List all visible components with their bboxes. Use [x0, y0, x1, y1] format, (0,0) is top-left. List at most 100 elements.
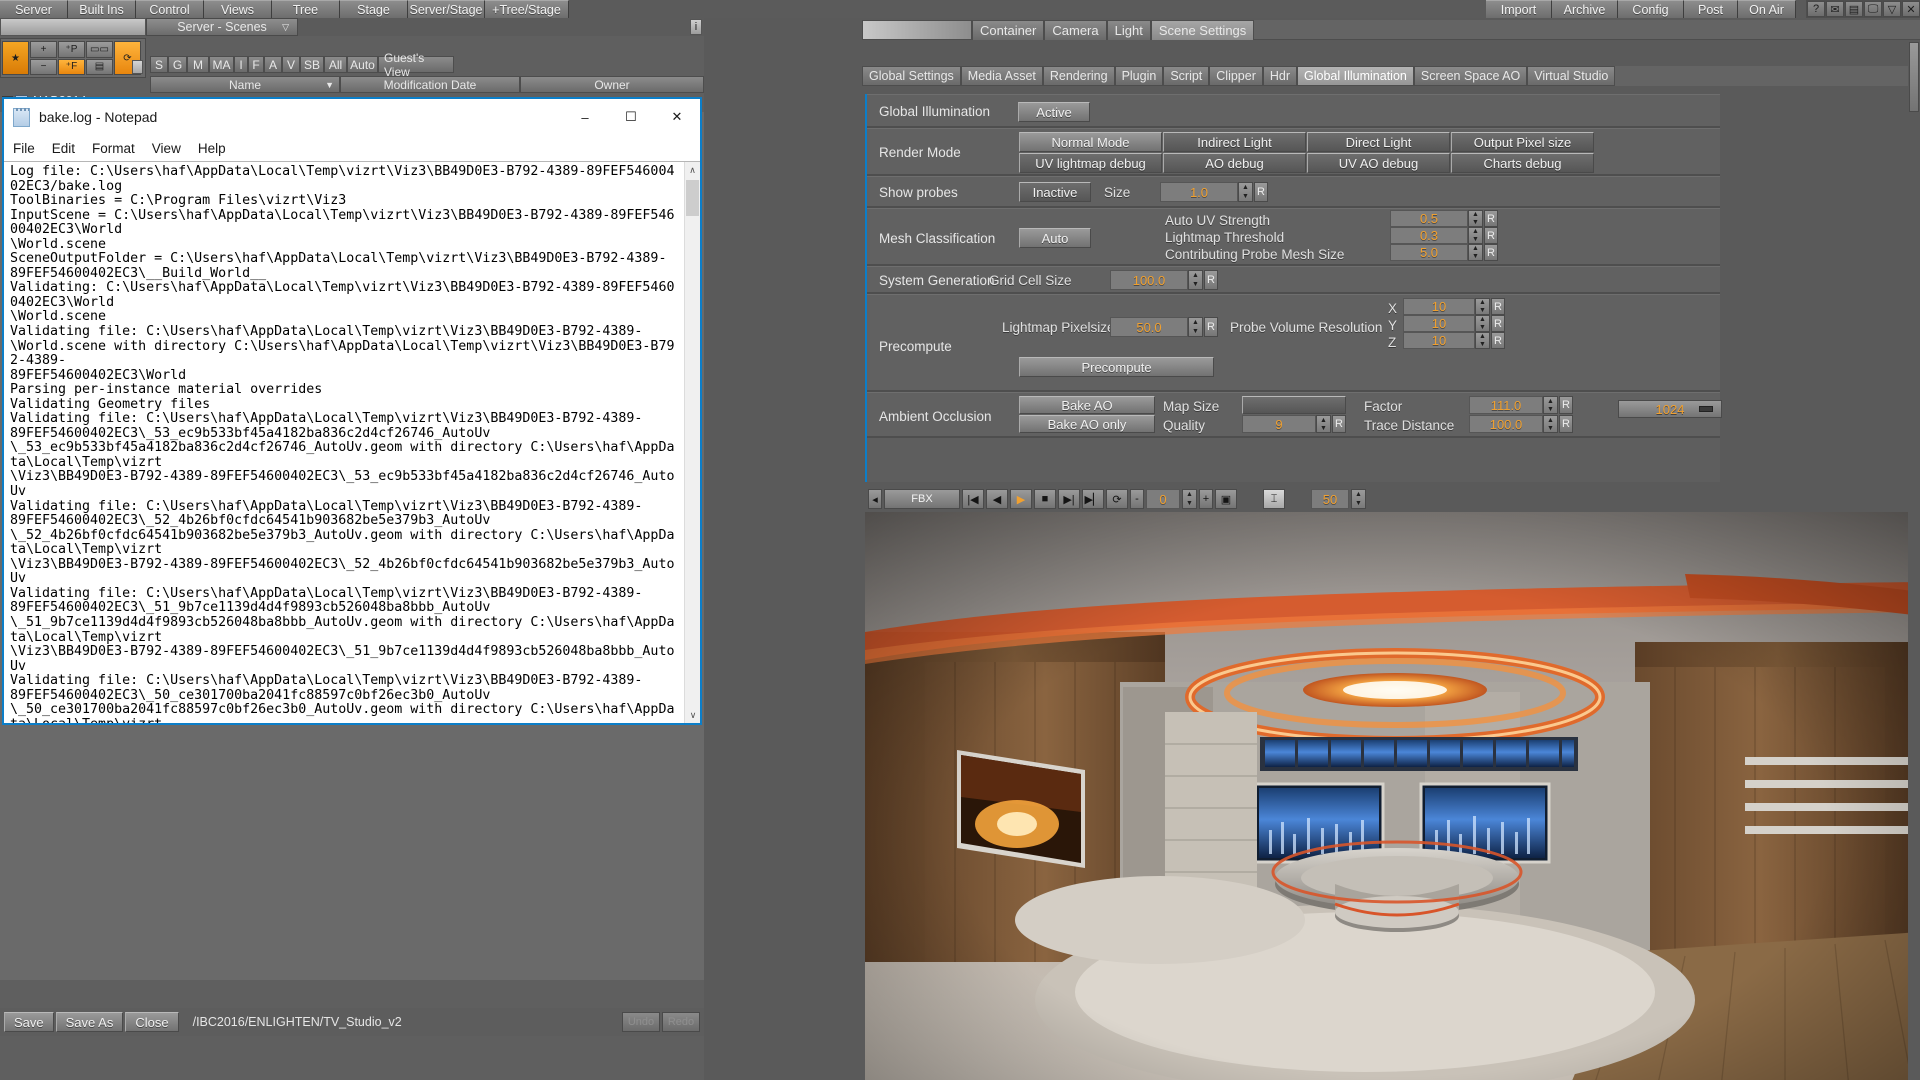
menu-item-post[interactable]: Post — [1684, 0, 1738, 18]
favorite-icon[interactable]: ★ — [2, 41, 29, 75]
probe-size-value[interactable]: 1.0 — [1160, 182, 1238, 202]
quality-value[interactable]: 9 — [1242, 415, 1316, 433]
3d-viewport[interactable] — [865, 512, 1920, 1080]
filter-v[interactable]: V — [282, 56, 300, 73]
mesh-classification-mode[interactable]: Auto — [1019, 228, 1091, 248]
probe-axis-y-value[interactable]: 10 — [1403, 315, 1475, 332]
probe-axis-z-reset[interactable]: R — [1491, 332, 1505, 349]
show-probes-toggle[interactable]: Inactive — [1019, 182, 1091, 202]
frame-spinner[interactable]: ▲ ▼ — [1182, 489, 1197, 509]
filter-a[interactable]: A — [264, 56, 282, 73]
quality-spinner[interactable]: ▲ ▼ — [1316, 415, 1331, 433]
tab-hdr[interactable]: Hdr — [1262, 66, 1298, 86]
menu-help[interactable]: Help — [198, 141, 226, 156]
tab-light[interactable]: Light — [1106, 20, 1151, 40]
trace-distance-spinner[interactable]: ▲ ▼ — [1543, 415, 1558, 433]
help-icon[interactable]: ? — [1807, 1, 1825, 17]
filter-m[interactable]: M — [187, 56, 209, 73]
menu-item-views[interactable]: Views — [204, 0, 272, 18]
factor-spinner[interactable]: ▲ ▼ — [1543, 396, 1558, 414]
trace-distance-value[interactable]: 100.0 — [1469, 415, 1543, 433]
cursor-icon[interactable]: ⌶ — [1263, 489, 1285, 509]
menu-item-on-air[interactable]: On Air — [1738, 0, 1796, 18]
render-mode-direct-light[interactable]: Direct Light — [1307, 132, 1450, 152]
factor-value[interactable]: 111.0 — [1469, 396, 1543, 414]
grid-cell-size-reset[interactable]: R — [1204, 270, 1218, 290]
keyframe-icon[interactable]: ▣ — [1215, 489, 1237, 509]
menu-item-built-ins[interactable]: Built Ins — [68, 0, 136, 18]
play-icon[interactable]: ▶ — [1010, 489, 1032, 509]
step-back-icon[interactable]: ◀ — [986, 489, 1008, 509]
lightmap-threshold-value[interactable]: 0.3 — [1390, 227, 1468, 244]
remove-icon[interactable]: − — [30, 58, 57, 75]
format-label[interactable]: FBX — [884, 489, 960, 509]
filter-all[interactable]: All — [324, 56, 347, 73]
filter-s[interactable]: S — [150, 56, 168, 73]
close-icon[interactable]: ✕ — [1902, 1, 1920, 17]
undo-button[interactable]: Undo — [622, 1012, 660, 1032]
factor-reset[interactable]: R — [1559, 396, 1573, 414]
menu-format[interactable]: Format — [92, 141, 135, 156]
save-button[interactable]: Save — [4, 1012, 54, 1032]
quality-reset[interactable]: R — [1332, 415, 1346, 433]
minimize-button[interactable]: – — [562, 101, 608, 133]
tab-virtual-studio[interactable]: Virtual Studio — [1527, 66, 1616, 86]
frame-value[interactable]: 0 — [1146, 489, 1180, 509]
trace-distance-reset[interactable]: R — [1559, 415, 1573, 433]
grid-cell-size-spinner[interactable]: ▲ ▼ — [1188, 270, 1203, 290]
menu-item-stage[interactable]: Stage — [340, 0, 408, 18]
render-mode-output-pixel-size[interactable]: Output Pixel size — [1451, 132, 1594, 152]
filter-sb[interactable]: SB — [300, 56, 324, 73]
tab-media-asset[interactable]: Media Asset — [960, 66, 1043, 86]
new-folder-icon[interactable]: ⁺F — [58, 58, 85, 75]
probe-axis-y-spinner[interactable]: ▲ ▼ — [1475, 315, 1490, 332]
increment-frame-icon[interactable]: + — [1199, 489, 1213, 509]
filter-g[interactable]: G — [168, 56, 187, 73]
contributing-probe-mesh-size-spinner[interactable]: ▲ ▼ — [1468, 244, 1483, 261]
log-text[interactable]: Log file: C:\Users\haf\AppData\Local\Tem… — [4, 162, 684, 723]
scroll-down-icon[interactable]: ∨ — [685, 707, 701, 723]
tab-global-illumination[interactable]: Global Illumination — [1297, 66, 1414, 86]
render-mode-charts-debug[interactable]: Charts debug — [1451, 153, 1594, 173]
notepad-window[interactable]: bake.log - Notepad – ☐ ✕ File Edit Forma… — [2, 97, 702, 725]
auto-uv-strength-value[interactable]: 0.5 — [1390, 210, 1468, 227]
minimize-icon[interactable]: ▽ — [1883, 1, 1901, 17]
probe-axis-x-value[interactable]: 10 — [1403, 298, 1475, 315]
skip-forward-icon[interactable]: ▶▏ — [1082, 489, 1104, 509]
skip-back-icon[interactable]: |◀ — [962, 489, 984, 509]
probe-axis-z-spinner[interactable]: ▲ ▼ — [1475, 332, 1490, 349]
tree-splitter-handle[interactable] — [132, 60, 143, 74]
filter-guests-view[interactable]: Guest's View — [378, 51, 454, 79]
new-project-icon[interactable]: ⁺P — [58, 41, 85, 58]
tab-clipper[interactable]: Clipper — [1209, 66, 1263, 86]
menu-item-server-stage[interactable]: Server/Stage — [408, 0, 485, 18]
tab-camera[interactable]: Camera — [1044, 20, 1107, 40]
add-icon[interactable]: + — [30, 41, 57, 58]
menu-item-tree[interactable]: Tree — [272, 0, 340, 18]
column-header-name[interactable]: Name ▼ — [150, 76, 340, 93]
filter-ma[interactable]: MA — [209, 56, 234, 73]
console-icon[interactable]: ▤ — [1845, 1, 1863, 17]
map-size-dropdown[interactable]: 1024 — [1242, 396, 1722, 418]
close-button[interactable]: ✕ — [654, 101, 700, 133]
notepad-titlebar[interactable]: bake.log - Notepad – ☐ ✕ — [4, 99, 700, 135]
contributing-probe-mesh-size-value[interactable]: 5.0 — [1390, 244, 1468, 261]
menu-item-server[interactable]: Server — [0, 0, 68, 18]
probe-axis-y-reset[interactable]: R — [1491, 315, 1505, 332]
tab-script[interactable]: Script — [1163, 66, 1210, 86]
menu-item-control[interactable]: Control — [136, 0, 204, 18]
redo-button[interactable]: Redo — [662, 1012, 700, 1032]
monitor-icon[interactable]: 🖵 — [1864, 1, 1882, 17]
column-header-owner[interactable]: Owner — [520, 76, 704, 93]
stop-icon[interactable]: ■ — [1034, 489, 1056, 509]
scrollbar-thumb[interactable] — [686, 180, 699, 216]
menu-file[interactable]: File — [13, 141, 35, 156]
notepad-scrollbar[interactable]: ∧ ∨ — [684, 162, 700, 723]
menu-item-import[interactable]: Import — [1486, 0, 1552, 18]
render-mode-indirect-light[interactable]: Indirect Light — [1163, 132, 1306, 152]
probe-size-spinner[interactable]: ▲ ▼ — [1238, 182, 1253, 202]
tab-scene-settings[interactable]: Scene Settings — [1150, 20, 1255, 40]
grid-cell-size-value[interactable]: 100.0 — [1110, 270, 1188, 290]
menu-edit[interactable]: Edit — [52, 141, 75, 156]
probe-axis-x-spinner[interactable]: ▲ ▼ — [1475, 298, 1490, 315]
